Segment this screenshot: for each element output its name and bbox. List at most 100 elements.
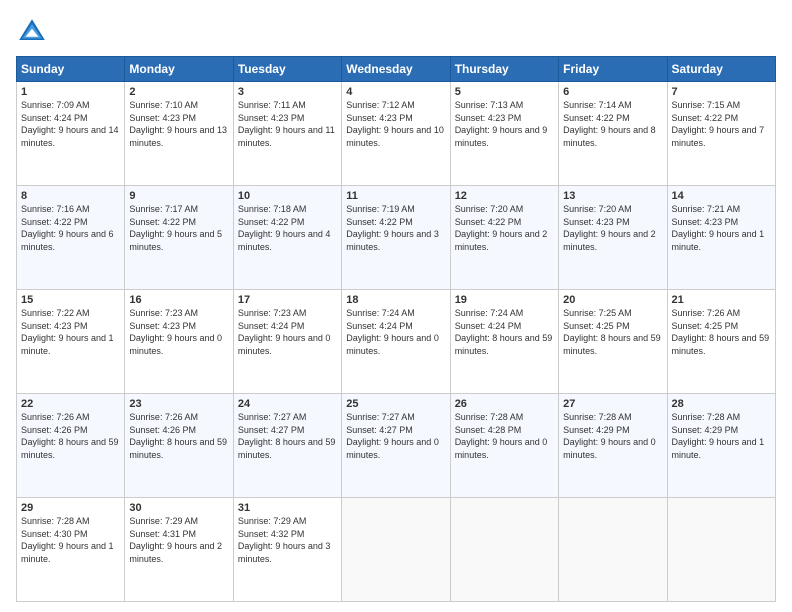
day-number: 9 — [129, 190, 228, 202]
calendar-cell: 29Sunrise: 7:28 AMSunset: 4:30 PMDayligh… — [17, 498, 125, 602]
calendar-cell: 3Sunrise: 7:11 AMSunset: 4:23 PMDaylight… — [233, 82, 341, 186]
day-info: Sunrise: 7:28 AMSunset: 4:29 PMDaylight:… — [672, 411, 771, 461]
day-number: 7 — [672, 86, 771, 98]
weekday-header-friday: Friday — [559, 57, 667, 82]
day-info: Sunrise: 7:29 AMSunset: 4:32 PMDaylight:… — [238, 515, 337, 565]
day-info: Sunrise: 7:13 AMSunset: 4:23 PMDaylight:… — [455, 99, 554, 149]
calendar-cell: 1Sunrise: 7:09 AMSunset: 4:24 PMDaylight… — [17, 82, 125, 186]
day-number: 14 — [672, 190, 771, 202]
day-info: Sunrise: 7:22 AMSunset: 4:23 PMDaylight:… — [21, 307, 120, 357]
logo-icon — [16, 16, 48, 48]
calendar-cell: 5Sunrise: 7:13 AMSunset: 4:23 PMDaylight… — [450, 82, 558, 186]
day-info: Sunrise: 7:20 AMSunset: 4:23 PMDaylight:… — [563, 203, 662, 253]
day-number: 6 — [563, 86, 662, 98]
day-info: Sunrise: 7:15 AMSunset: 4:22 PMDaylight:… — [672, 99, 771, 149]
calendar-cell: 26Sunrise: 7:28 AMSunset: 4:28 PMDayligh… — [450, 394, 558, 498]
calendar-cell — [342, 498, 450, 602]
day-number: 1 — [21, 86, 120, 98]
calendar-cell: 23Sunrise: 7:26 AMSunset: 4:26 PMDayligh… — [125, 394, 233, 498]
calendar-cell: 8Sunrise: 7:16 AMSunset: 4:22 PMDaylight… — [17, 186, 125, 290]
day-info: Sunrise: 7:28 AMSunset: 4:30 PMDaylight:… — [21, 515, 120, 565]
calendar-cell: 30Sunrise: 7:29 AMSunset: 4:31 PMDayligh… — [125, 498, 233, 602]
calendar-cell — [559, 498, 667, 602]
calendar-cell: 21Sunrise: 7:26 AMSunset: 4:25 PMDayligh… — [667, 290, 775, 394]
calendar-cell: 17Sunrise: 7:23 AMSunset: 4:24 PMDayligh… — [233, 290, 341, 394]
calendar-cell: 10Sunrise: 7:18 AMSunset: 4:22 PMDayligh… — [233, 186, 341, 290]
day-info: Sunrise: 7:27 AMSunset: 4:27 PMDaylight:… — [346, 411, 445, 461]
day-info: Sunrise: 7:28 AMSunset: 4:28 PMDaylight:… — [455, 411, 554, 461]
calendar-cell: 4Sunrise: 7:12 AMSunset: 4:23 PMDaylight… — [342, 82, 450, 186]
logo — [16, 16, 52, 48]
page: SundayMondayTuesdayWednesdayThursdayFrid… — [0, 0, 792, 612]
weekday-header-tuesday: Tuesday — [233, 57, 341, 82]
calendar-cell — [450, 498, 558, 602]
day-number: 16 — [129, 294, 228, 306]
calendar-cell: 25Sunrise: 7:27 AMSunset: 4:27 PMDayligh… — [342, 394, 450, 498]
day-info: Sunrise: 7:09 AMSunset: 4:24 PMDaylight:… — [21, 99, 120, 149]
day-info: Sunrise: 7:17 AMSunset: 4:22 PMDaylight:… — [129, 203, 228, 253]
weekday-header-monday: Monday — [125, 57, 233, 82]
day-number: 5 — [455, 86, 554, 98]
calendar-cell: 13Sunrise: 7:20 AMSunset: 4:23 PMDayligh… — [559, 186, 667, 290]
day-number: 8 — [21, 190, 120, 202]
day-number: 13 — [563, 190, 662, 202]
day-info: Sunrise: 7:28 AMSunset: 4:29 PMDaylight:… — [563, 411, 662, 461]
day-info: Sunrise: 7:11 AMSunset: 4:23 PMDaylight:… — [238, 99, 337, 149]
calendar-cell: 31Sunrise: 7:29 AMSunset: 4:32 PMDayligh… — [233, 498, 341, 602]
day-info: Sunrise: 7:19 AMSunset: 4:22 PMDaylight:… — [346, 203, 445, 253]
calendar-cell: 7Sunrise: 7:15 AMSunset: 4:22 PMDaylight… — [667, 82, 775, 186]
day-info: Sunrise: 7:27 AMSunset: 4:27 PMDaylight:… — [238, 411, 337, 461]
day-number: 20 — [563, 294, 662, 306]
calendar-cell: 24Sunrise: 7:27 AMSunset: 4:27 PMDayligh… — [233, 394, 341, 498]
calendar-cell: 15Sunrise: 7:22 AMSunset: 4:23 PMDayligh… — [17, 290, 125, 394]
day-info: Sunrise: 7:20 AMSunset: 4:22 PMDaylight:… — [455, 203, 554, 253]
calendar-cell: 2Sunrise: 7:10 AMSunset: 4:23 PMDaylight… — [125, 82, 233, 186]
day-number: 29 — [21, 502, 120, 514]
calendar-cell: 22Sunrise: 7:26 AMSunset: 4:26 PMDayligh… — [17, 394, 125, 498]
day-info: Sunrise: 7:12 AMSunset: 4:23 PMDaylight:… — [346, 99, 445, 149]
calendar-cell: 9Sunrise: 7:17 AMSunset: 4:22 PMDaylight… — [125, 186, 233, 290]
day-number: 10 — [238, 190, 337, 202]
day-info: Sunrise: 7:24 AMSunset: 4:24 PMDaylight:… — [455, 307, 554, 357]
day-number: 15 — [21, 294, 120, 306]
calendar-cell: 18Sunrise: 7:24 AMSunset: 4:24 PMDayligh… — [342, 290, 450, 394]
calendar-cell: 11Sunrise: 7:19 AMSunset: 4:22 PMDayligh… — [342, 186, 450, 290]
day-info: Sunrise: 7:29 AMSunset: 4:31 PMDaylight:… — [129, 515, 228, 565]
day-info: Sunrise: 7:21 AMSunset: 4:23 PMDaylight:… — [672, 203, 771, 253]
day-number: 31 — [238, 502, 337, 514]
day-info: Sunrise: 7:10 AMSunset: 4:23 PMDaylight:… — [129, 99, 228, 149]
weekday-header-saturday: Saturday — [667, 57, 775, 82]
day-info: Sunrise: 7:25 AMSunset: 4:25 PMDaylight:… — [563, 307, 662, 357]
day-info: Sunrise: 7:24 AMSunset: 4:24 PMDaylight:… — [346, 307, 445, 357]
day-number: 21 — [672, 294, 771, 306]
calendar-cell: 6Sunrise: 7:14 AMSunset: 4:22 PMDaylight… — [559, 82, 667, 186]
day-info: Sunrise: 7:18 AMSunset: 4:22 PMDaylight:… — [238, 203, 337, 253]
day-info: Sunrise: 7:23 AMSunset: 4:23 PMDaylight:… — [129, 307, 228, 357]
day-info: Sunrise: 7:16 AMSunset: 4:22 PMDaylight:… — [21, 203, 120, 253]
day-number: 18 — [346, 294, 445, 306]
day-info: Sunrise: 7:14 AMSunset: 4:22 PMDaylight:… — [563, 99, 662, 149]
weekday-header-wednesday: Wednesday — [342, 57, 450, 82]
calendar-cell: 20Sunrise: 7:25 AMSunset: 4:25 PMDayligh… — [559, 290, 667, 394]
day-number: 4 — [346, 86, 445, 98]
header — [16, 16, 776, 48]
day-number: 25 — [346, 398, 445, 410]
day-number: 19 — [455, 294, 554, 306]
calendar-cell: 16Sunrise: 7:23 AMSunset: 4:23 PMDayligh… — [125, 290, 233, 394]
calendar-table: SundayMondayTuesdayWednesdayThursdayFrid… — [16, 56, 776, 602]
day-info: Sunrise: 7:23 AMSunset: 4:24 PMDaylight:… — [238, 307, 337, 357]
day-number: 11 — [346, 190, 445, 202]
calendar-cell: 14Sunrise: 7:21 AMSunset: 4:23 PMDayligh… — [667, 186, 775, 290]
day-number: 27 — [563, 398, 662, 410]
day-number: 2 — [129, 86, 228, 98]
day-info: Sunrise: 7:26 AMSunset: 4:26 PMDaylight:… — [21, 411, 120, 461]
day-info: Sunrise: 7:26 AMSunset: 4:25 PMDaylight:… — [672, 307, 771, 357]
day-number: 17 — [238, 294, 337, 306]
day-number: 22 — [21, 398, 120, 410]
day-number: 30 — [129, 502, 228, 514]
day-number: 26 — [455, 398, 554, 410]
calendar-cell — [667, 498, 775, 602]
day-number: 23 — [129, 398, 228, 410]
calendar-cell: 28Sunrise: 7:28 AMSunset: 4:29 PMDayligh… — [667, 394, 775, 498]
calendar-cell: 12Sunrise: 7:20 AMSunset: 4:22 PMDayligh… — [450, 186, 558, 290]
